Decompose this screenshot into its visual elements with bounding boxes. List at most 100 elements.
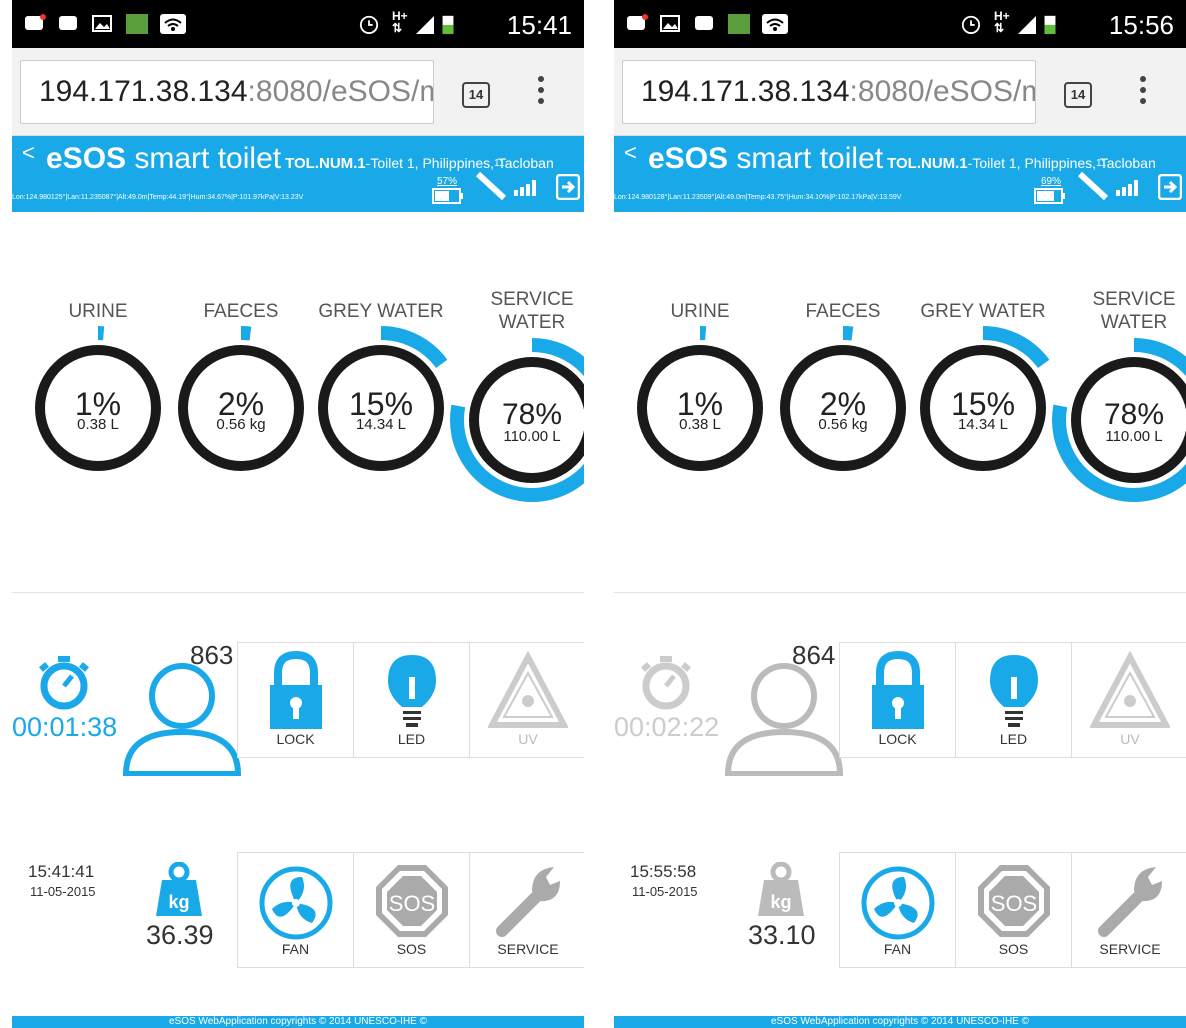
gauge-value-urine: 1% 0.38 L [38, 386, 158, 446]
sos-button-label: SOS [396, 941, 427, 957]
service-button[interactable]: SERVICE [1072, 853, 1186, 967]
fan-button[interactable]: FAN [238, 853, 354, 967]
toilet-desc: -Toilet 1, Philippines, Tacloban [365, 155, 554, 171]
wifi-icon [160, 14, 186, 34]
led-button[interactable]: LED [956, 643, 1072, 757]
back-button[interactable]: < [22, 140, 35, 166]
status-bar: H+ ⇅ 15:56 [614, 0, 1186, 48]
gauge-amount: 14.34 L [957, 416, 1009, 433]
fan-button-label: FAN [281, 941, 310, 957]
sos-icon-text: SOS [389, 891, 435, 916]
weight-kg-icon: kg [758, 862, 804, 916]
sos-button[interactable]: SOS SOS [956, 853, 1072, 967]
gauge-amount: 0.38 L [679, 416, 721, 433]
image-icon [660, 15, 680, 32]
control-panel-row-2: FAN SOS SOS SERVICE [237, 852, 584, 968]
gps-count: 11 [494, 158, 505, 169]
footer: eSOS WebApplication copyrights © 2014 UN… [614, 1016, 1186, 1028]
sos-icon-text: SOS [991, 891, 1037, 916]
service-button[interactable]: SERVICE [470, 853, 584, 967]
lightbulb-icon [990, 655, 1038, 727]
signal-icon [416, 16, 434, 34]
wifi-icon [762, 14, 788, 34]
url-field[interactable]: 194.171.38.134:8080/eSOS/mv [20, 60, 434, 124]
uv-button-label: UV [518, 731, 538, 747]
overflow-menu-icon[interactable] [1140, 76, 1148, 108]
gauge-value-grey-water: 15% 14.34 L [923, 386, 1043, 446]
gauge-level-arc [842, 326, 854, 341]
sensor-readout: Lon:124.980128°|Lan:11.23509°|Alt:49.0m|… [614, 194, 902, 201]
weight-value: 36.39 [146, 920, 214, 950]
alarm-icon [359, 15, 379, 34]
gauge-value-urine: 1% 0.38 L [640, 386, 760, 446]
chat-icon [59, 16, 77, 30]
weight-kg-icon: kg [156, 862, 202, 916]
wrench-icon [496, 867, 560, 937]
url-path: :8080/eSOS/mv [247, 75, 433, 108]
toilet-desc: -Toilet 1, Philippines, Tacloban [967, 155, 1156, 171]
toilet-id: TOL.NUM.1 [887, 155, 968, 172]
gauge-value-service-water: 78% 110.00 L [472, 398, 584, 458]
current-time: 15:55:58 [630, 862, 697, 881]
lock-button[interactable]: LOCK [840, 643, 956, 757]
lock-button[interactable]: LOCK [238, 643, 354, 757]
sos-icon: SOS [376, 865, 448, 937]
battery-percent: 69% [1041, 176, 1062, 187]
signal-bars-icon [1116, 180, 1138, 196]
svg-text:kg: kg [770, 892, 791, 912]
gauge-amount: 110.00 L [1105, 428, 1163, 445]
current-time: 15:41:41 [28, 862, 95, 881]
lock-button-label: LOCK [878, 731, 917, 747]
gauge-level-arc [240, 326, 252, 341]
session-timer: 00:02:22 [614, 712, 720, 742]
service-button-label: SERVICE [497, 941, 559, 957]
phone-screenshot-left: H+⇅ 15:41 194.171.38.134:8080/eSOS/mv 14… [12, 0, 584, 1028]
logout-icon[interactable] [1158, 174, 1182, 200]
uv-warning-icon [1090, 651, 1170, 728]
status-time: 15:56 [1108, 10, 1174, 40]
tabs-button[interactable]: 14 [462, 82, 490, 108]
weight-value: 33.10 [748, 920, 816, 950]
service-button-label: SERVICE [1099, 941, 1161, 957]
sos-button[interactable]: SOS SOS [354, 853, 470, 967]
fan-button-label: FAN [883, 941, 912, 957]
network-type-icon: H+ ⇅ [994, 9, 1010, 35]
url-field[interactable]: 194.171.38.134:8080/eSOS/mv [622, 60, 1036, 124]
sensor-readout: Lon:124.980125°|Lan:11.235087°|Alt:49.0m… [12, 194, 304, 201]
bbm-icon [25, 14, 46, 30]
gauge-amount: 110.00 L [503, 428, 561, 445]
lightbulb-icon [388, 655, 436, 727]
toilet-id: TOL.NUM.1 [285, 155, 366, 172]
logout-icon[interactable] [556, 174, 580, 200]
led-button-label: LED [397, 731, 426, 747]
app-icon [728, 14, 750, 34]
footer: eSOS WebApplication copyrights © 2014 UN… [12, 1016, 584, 1028]
uv-button[interactable]: UV [1072, 643, 1186, 757]
url-host: 194.171.38.134 [39, 75, 248, 108]
brand-rest: smart toilet [126, 142, 282, 175]
url-path: :8080/eSOS/mv [849, 75, 1035, 108]
overflow-menu-icon[interactable] [538, 76, 546, 108]
control-panel-row-2: FAN SOS SOS SERVICE [839, 852, 1186, 968]
fan-icon [861, 866, 935, 940]
uv-warning-icon [488, 651, 568, 728]
led-button[interactable]: LED [354, 643, 470, 757]
divider [12, 592, 584, 593]
session-timer: 00:01:38 [12, 712, 118, 742]
sos-button-label: SOS [998, 941, 1029, 957]
brand-bold: eSOS [46, 142, 127, 175]
gauge-amount: 14.34 L [355, 416, 407, 433]
brand-bold: eSOS [648, 142, 729, 175]
uv-button[interactable]: UV [470, 643, 584, 757]
gauge-percent: 78% [1103, 398, 1165, 431]
control-panel-row-1: LOCK LED UV [237, 642, 584, 758]
gauge-value-grey-water: 15% 14.34 L [321, 386, 441, 446]
tabs-button[interactable]: 14 [1064, 82, 1092, 108]
current-date: 11-05-2015 [30, 884, 96, 899]
battery-charging-icon [442, 15, 454, 34]
battery-percent: 57% [437, 176, 458, 187]
back-button[interactable]: < [624, 140, 637, 166]
stopwatch-icon [39, 656, 89, 710]
network-type-icon: H+ ⇅ [392, 9, 408, 35]
fan-button[interactable]: FAN [840, 853, 956, 967]
